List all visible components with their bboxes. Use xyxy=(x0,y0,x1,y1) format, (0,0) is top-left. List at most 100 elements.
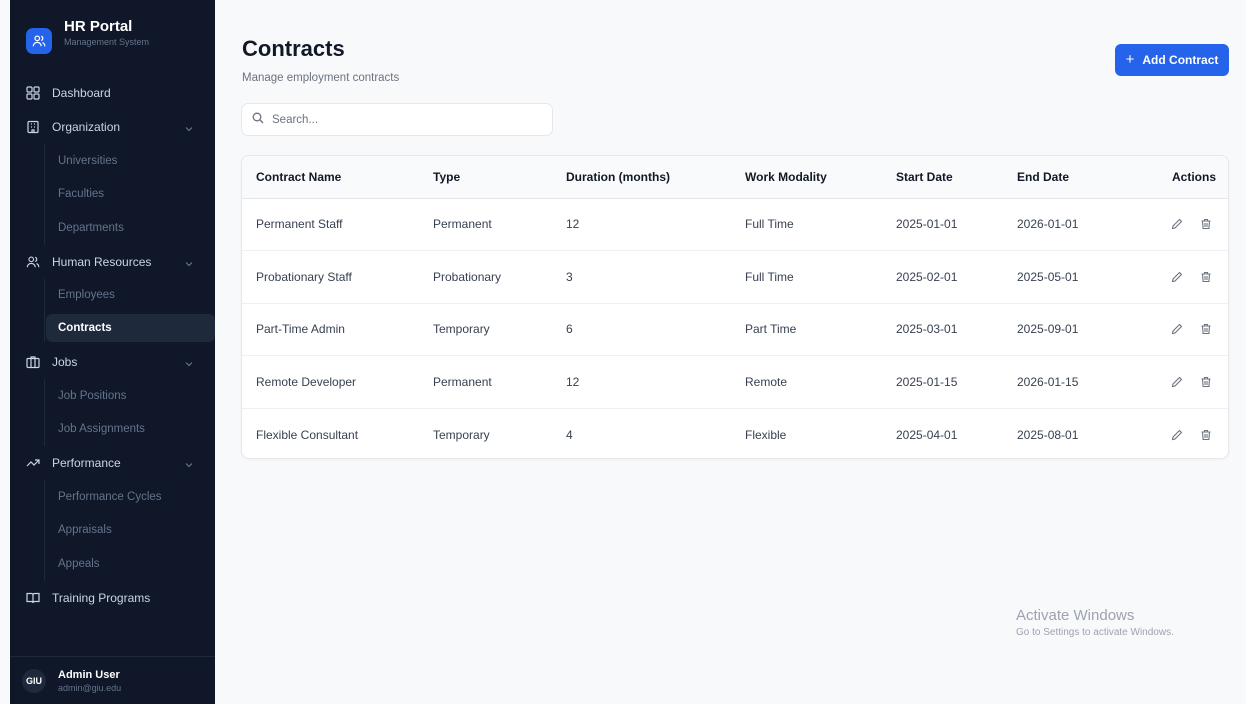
cell-actions xyxy=(1123,198,1228,251)
activate-windows-watermark: Activate Windows Go to Settings to activ… xyxy=(1016,606,1174,640)
column-header-end-date[interactable]: End Date xyxy=(1003,156,1123,199)
cell-actions xyxy=(1123,303,1228,356)
sidebar-item-performance-cycles[interactable]: Performance Cycles xyxy=(10,480,215,514)
cell-contract-name: Remote Developer xyxy=(256,374,357,389)
sidebar-item-appeals[interactable]: Appeals xyxy=(10,547,215,581)
jobs-submenu: Job Positions Job Assignments xyxy=(10,379,215,446)
cell-start-date: 2025-02-01 xyxy=(896,269,958,284)
chevron-down-icon[interactable] xyxy=(185,257,193,271)
watermark-subtitle: Go to Settings to activate Windows. xyxy=(1016,627,1174,638)
sidebar-item-training-programs[interactable]: Training Programs xyxy=(10,581,215,615)
cell-start-date: 2025-01-15 xyxy=(896,374,958,389)
avatar: GIU xyxy=(22,668,46,693)
users-icon xyxy=(26,28,52,54)
sidebar-item-job-positions[interactable]: Job Positions xyxy=(10,379,215,413)
plus-icon: + xyxy=(1125,51,1135,68)
user-profile[interactable]: GIU Admin User admin@giu.edu xyxy=(10,656,215,704)
sidebar-item-label: Dashboard xyxy=(52,86,111,100)
pencil-icon[interactable] xyxy=(1169,374,1185,390)
sidebar-item-performance[interactable]: Performance xyxy=(10,446,215,480)
cell-contract-name: Probationary Staff xyxy=(256,269,352,284)
cell-actions xyxy=(1123,251,1228,304)
sidebar-item-dashboard[interactable]: Dashboard xyxy=(10,76,215,110)
cell-duration: 12 xyxy=(566,374,580,389)
contracts-table: Contract Name Type Duration (months) Wor… xyxy=(241,155,1229,459)
cell-contract-name: Part-Time Admin xyxy=(256,322,345,337)
sidebar-item-organization[interactable]: Organization xyxy=(10,110,215,144)
cell-type: Permanent xyxy=(433,217,492,232)
pencil-icon[interactable] xyxy=(1169,321,1185,337)
pencil-icon[interactable] xyxy=(1169,269,1185,285)
cell-work-modality: Flexible xyxy=(745,427,787,442)
search-input[interactable] xyxy=(272,113,542,126)
sidebar-item-contracts[interactable]: Contracts xyxy=(46,314,215,342)
column-header-type[interactable]: Type xyxy=(419,156,552,199)
sidebar: HR Portal Management System Dashboard Or… xyxy=(10,0,215,704)
human-resources-submenu: Employees Contracts xyxy=(10,278,215,342)
trash-icon[interactable] xyxy=(1198,427,1214,443)
table-row[interactable]: Remote Developer Permanent 12 Remote 202… xyxy=(242,356,1228,408)
trash-icon[interactable] xyxy=(1198,321,1214,337)
cell-start-date: 2025-03-01 xyxy=(896,322,958,337)
add-contract-button[interactable]: + Add Contract xyxy=(1115,44,1229,76)
sidebar-item-human-resources[interactable]: Human Resources xyxy=(10,245,215,279)
page-subtitle: Manage employment contracts xyxy=(242,72,400,84)
table-header-row: Contract Name Type Duration (months) Wor… xyxy=(242,156,1228,199)
book-icon xyxy=(26,591,40,605)
column-header-start-date[interactable]: Start Date xyxy=(882,156,1003,199)
cell-type: Probationary xyxy=(433,269,502,284)
cell-work-modality: Part Time xyxy=(745,322,797,337)
sidebar-item-jobs[interactable]: Jobs xyxy=(10,345,215,379)
sidebar-item-faculties[interactable]: Faculties xyxy=(10,178,215,212)
chevron-down-icon[interactable] xyxy=(185,458,193,472)
sidebar-item-label: Training Programs xyxy=(52,590,151,605)
user-name: Admin User xyxy=(58,668,120,681)
organization-submenu: Universities Faculties Departments xyxy=(10,144,215,245)
cell-actions xyxy=(1123,408,1228,458)
table-row[interactable]: Permanent Staff Permanent 12 Full Time 2… xyxy=(242,198,1228,251)
cell-start-date: 2025-01-01 xyxy=(896,217,958,232)
cell-duration: 4 xyxy=(566,427,573,442)
user-email: admin@giu.edu xyxy=(58,682,122,693)
sidebar-item-employees[interactable]: Employees xyxy=(10,279,215,313)
chevron-down-icon[interactable] xyxy=(185,122,193,136)
cell-duration: 12 xyxy=(566,217,580,232)
column-header-actions: Actions xyxy=(1123,156,1228,199)
watermark-title: Activate Windows xyxy=(1016,607,1135,624)
table-row[interactable]: Probationary Staff Probationary 3 Full T… xyxy=(242,251,1228,304)
cell-start-date: 2025-04-01 xyxy=(896,427,958,442)
briefcase-icon xyxy=(26,355,40,369)
cell-end-date: 2025-09-01 xyxy=(1017,322,1079,337)
pencil-icon[interactable] xyxy=(1169,427,1185,443)
column-header-work-modality[interactable]: Work Modality xyxy=(731,156,882,199)
pencil-icon[interactable] xyxy=(1169,216,1185,232)
chevron-down-icon[interactable] xyxy=(185,357,193,371)
search-box[interactable] xyxy=(241,103,553,136)
people-icon xyxy=(26,255,40,269)
sidebar-item-appraisals[interactable]: Appraisals xyxy=(10,514,215,548)
cell-end-date: 2025-05-01 xyxy=(1017,269,1079,284)
trash-icon[interactable] xyxy=(1198,269,1214,285)
trending-up-icon xyxy=(26,456,40,470)
sidebar-item-job-assignments[interactable]: Job Assignments xyxy=(10,413,215,447)
brand: HR Portal Management System xyxy=(10,0,215,70)
brand-title: HR Portal xyxy=(64,18,133,35)
column-header-duration[interactable]: Duration (months) xyxy=(552,156,731,199)
building-icon xyxy=(26,120,40,134)
cell-work-modality: Full Time xyxy=(745,269,794,284)
cell-end-date: 2026-01-15 xyxy=(1017,374,1079,389)
cell-type: Temporary xyxy=(433,322,490,337)
table-row[interactable]: Part-Time Admin Temporary 6 Part Time 20… xyxy=(242,303,1228,356)
sidebar-item-departments[interactable]: Departments xyxy=(10,211,215,245)
sidebar-item-universities[interactable]: Universities xyxy=(10,144,215,178)
cell-contract-name: Flexible Consultant xyxy=(256,427,359,442)
table-row[interactable]: Flexible Consultant Temporary 4 Flexible… xyxy=(242,408,1228,458)
cell-type: Temporary xyxy=(433,427,490,442)
column-header-contract-name[interactable]: Contract Name xyxy=(242,156,419,199)
sidebar-item-label: Performance xyxy=(52,456,121,470)
trash-icon[interactable] xyxy=(1198,216,1214,232)
cell-work-modality: Remote xyxy=(745,374,788,389)
trash-icon[interactable] xyxy=(1198,374,1214,390)
cell-contract-name: Permanent Staff xyxy=(256,217,343,232)
sidebar-item-label: Organization xyxy=(52,120,121,134)
